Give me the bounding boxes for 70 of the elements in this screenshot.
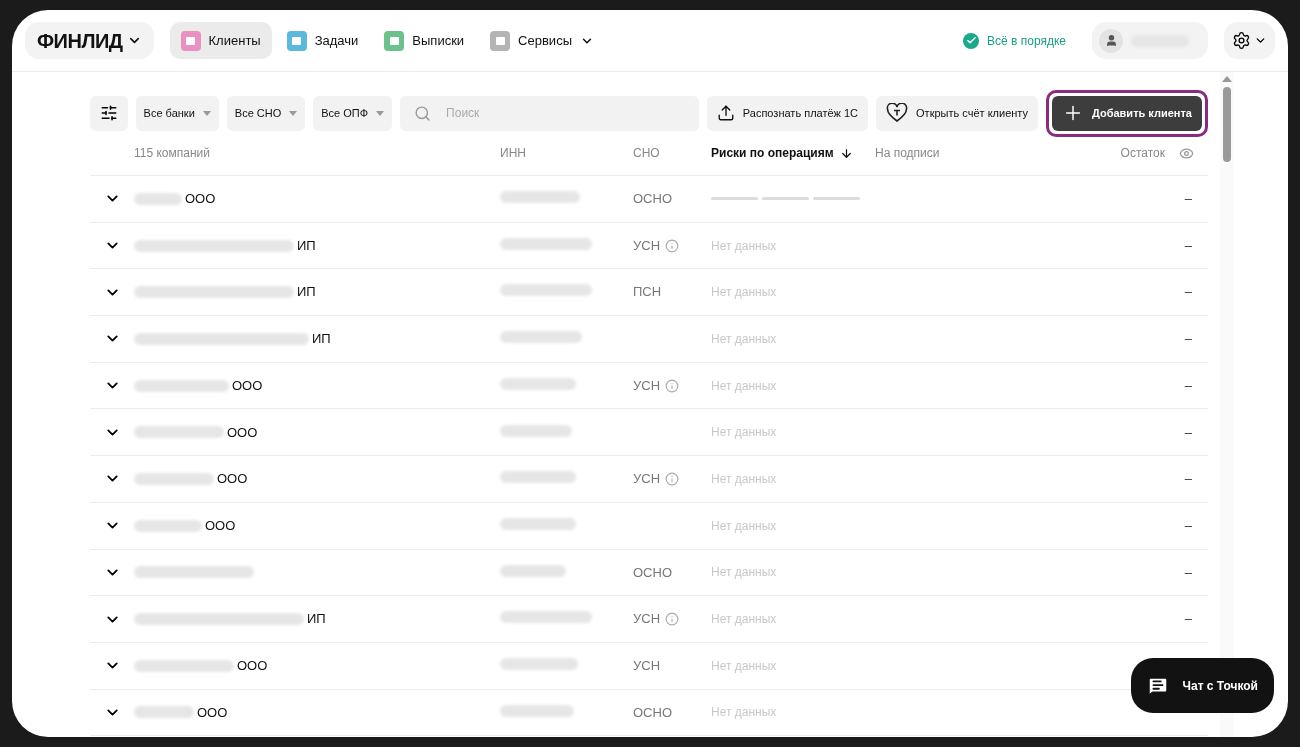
column-header[interactable]: 115 компаний (134, 144, 210, 162)
nav-tab[interactable]: Задачи (275, 22, 370, 59)
status-text: Всё в порядке (987, 32, 1066, 50)
column-header[interactable]: На подписи (875, 144, 940, 162)
legal-form-text: ИП (312, 330, 331, 349)
tax-system-text: УСН (633, 656, 661, 675)
eye-icon (1179, 145, 1194, 161)
settings-icon (1232, 31, 1251, 50)
legal-form-text: ООО (205, 516, 236, 535)
balance-text: – (1184, 190, 1192, 209)
nav-tab[interactable]: Выписки (373, 22, 476, 59)
caret-icon (376, 110, 385, 116)
column-header[interactable]: Риски по операциям (711, 144, 853, 162)
legal-form-text: ООО (217, 470, 248, 489)
redacted-text (134, 192, 182, 205)
nav-tab[interactable]: Сервисы (479, 22, 605, 59)
search-icon (414, 104, 432, 122)
tax-system-text: ОСНО (633, 563, 672, 582)
balance-text: – (1184, 423, 1192, 442)
balance-text: – (1184, 376, 1192, 395)
caret-icon (202, 110, 211, 116)
tax-system-text: УСН (633, 470, 661, 489)
legal-form-text: ИП (297, 236, 316, 255)
floating-chat-button[interactable]: Чат с Точкой (1130, 658, 1274, 713)
search-field[interactable]: Поиск (400, 95, 699, 131)
sliders-icon (99, 104, 118, 122)
filter-settings-button[interactable] (90, 95, 128, 131)
tax-system-text: УСН (633, 610, 661, 629)
action-button[interactable]: Открыть счёт клиенту (876, 95, 1038, 131)
nav-tab[interactable]: Клиенты (169, 22, 272, 59)
balance-text: – (1184, 236, 1192, 255)
balance-text: – (1184, 563, 1192, 582)
legal-form-text: ООО (197, 703, 228, 722)
legal-form-text: ИП (307, 610, 326, 629)
scrollbar-thumb[interactable] (1223, 87, 1231, 162)
user-icon (1099, 28, 1123, 53)
heart-icon (886, 103, 909, 123)
balance-text: – (1184, 516, 1192, 535)
balance-text: – (1184, 283, 1192, 302)
column-header[interactable]: СНО (633, 144, 660, 162)
legal-form-text: ООО (237, 656, 268, 675)
column-header[interactable]: ИНН (500, 144, 526, 162)
logo-button[interactable]: ФИНЛИД (25, 22, 154, 59)
upload-icon (716, 104, 735, 122)
balance-text: – (1184, 470, 1192, 489)
filter-dropdown[interactable]: Все ОПФ (313, 95, 393, 131)
scroll-up-icon (1222, 76, 1232, 82)
balance-text: – (1184, 330, 1192, 349)
redacted-text (500, 424, 572, 437)
tax-system-text: УСН (633, 376, 661, 395)
arrow-down-icon (839, 146, 853, 160)
tax-system-text: ПСН (633, 283, 662, 302)
filter-dropdown[interactable]: Все СНО (226, 95, 306, 131)
action-button[interactable]: Добавить клиента (1052, 95, 1202, 131)
redacted-text (500, 564, 566, 577)
filter-dropdown[interactable]: Все банки (135, 95, 219, 131)
tax-system-text: ОСНО (633, 190, 672, 209)
legal-form-text: ООО (227, 423, 258, 442)
column-header[interactable]: Остаток (1120, 144, 1165, 162)
tax-system-text: ОСНО (633, 703, 672, 722)
action-button[interactable]: Распознать платёж 1С (706, 95, 869, 131)
balance-text: – (1184, 610, 1192, 629)
redacted-text (134, 706, 194, 719)
legal-form-text: ИП (297, 283, 316, 302)
legal-form-text: ООО (232, 376, 263, 395)
legal-form-text: ООО (185, 190, 216, 209)
redacted-text (134, 519, 202, 532)
tax-system-text: УСН (633, 236, 661, 255)
settings-button[interactable] (1224, 22, 1275, 59)
caret-icon (289, 110, 298, 116)
